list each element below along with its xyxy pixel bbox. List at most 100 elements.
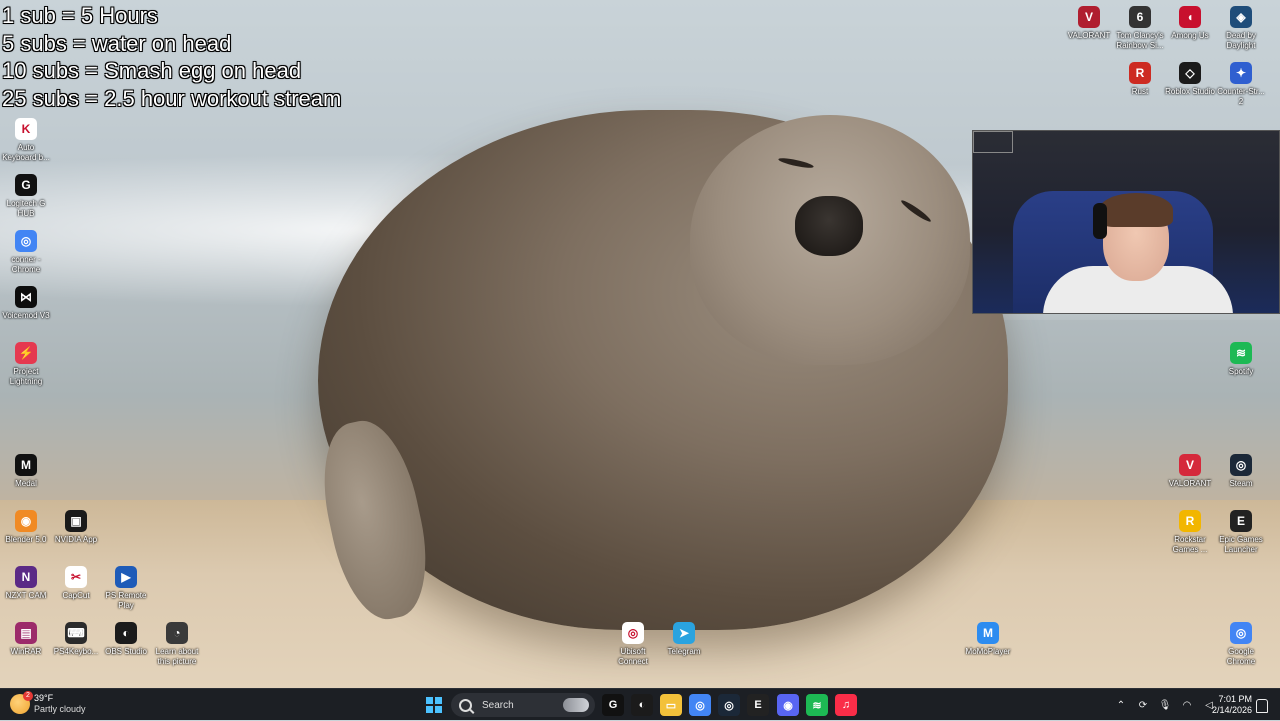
desktop-shortcut[interactable]: ➤ Telegram (658, 622, 710, 657)
desktop-shortcut[interactable]: ◎ Google Chrome (1215, 622, 1267, 666)
start-button[interactable] (423, 694, 445, 716)
notification-bell-icon[interactable] (1256, 699, 1268, 713)
momoplayer-icon: M (977, 622, 999, 644)
desktop-shortcut-label: Learn about this picture (155, 647, 199, 666)
rust-icon: R (1129, 62, 1151, 84)
desktop-shortcut[interactable]: ▣ NVIDIA App (50, 510, 102, 545)
chrome-icon: ◎ (15, 230, 37, 252)
desktop-shortcut-label: Rust (1131, 87, 1149, 96)
desktop-shortcut[interactable]: ◈ Dead by Daylight (1215, 6, 1267, 50)
microphone-icon[interactable]: 🎙︎ (1158, 700, 1172, 711)
desktop-shortcut[interactable]: ◇ Roblox Studio (1164, 62, 1216, 97)
desktop-shortcut-label: conner - Chrome (11, 255, 41, 274)
webcam-overlay (972, 130, 1280, 314)
windows-logo-icon (426, 697, 442, 713)
logitech-icon: G (15, 174, 37, 196)
desktop-shortcut[interactable]: ▶ PS Remote Play (100, 566, 152, 610)
desktop-shortcut-label: Among Us (1171, 31, 1209, 40)
nvidia-icon: ▣ (65, 510, 87, 532)
wifi-icon[interactable]: ◠ (1180, 700, 1194, 711)
desktop-shortcut-label: Epic Games Launcher (1219, 535, 1263, 554)
weather-widget[interactable]: 2 39°F Partly cloudy (10, 691, 86, 715)
desktop-shortcut[interactable]: ≋ Spotify (1215, 342, 1267, 377)
learn-picture-icon: ◔ (166, 622, 188, 644)
desktop-shortcut-label: Dead by Daylight (1226, 31, 1256, 50)
rainbow-six-icon: 6 (1129, 6, 1151, 28)
desktop-shortcut-label: Blender 5.0 (5, 535, 47, 544)
desktop-shortcut[interactable]: 6 Tom Clancy's Rainbow Si... (1114, 6, 1166, 50)
taskbar-search-box[interactable]: Search (451, 693, 595, 717)
desktop-shortcut[interactable]: R Rockstar Games ... (1164, 510, 1216, 554)
ubisoft-icon: ◎ (622, 622, 644, 644)
desktop-shortcut-label: PS Remote Play (105, 591, 147, 610)
search-placeholder: Search (482, 699, 514, 711)
desktop-shortcut[interactable]: ⚡ Project Lightning (0, 342, 52, 386)
desktop-shortcut[interactable]: ◎ Steam (1215, 454, 1267, 489)
file-explorer-taskbar-icon[interactable]: ▭ (660, 694, 682, 716)
dead-by-daylight-icon: ◈ (1230, 6, 1252, 28)
epic-taskbar-icon[interactable]: E (747, 694, 769, 716)
desktop-shortcut[interactable]: ◔ Learn about this picture (151, 622, 203, 666)
webcam-wall-frame (973, 131, 1013, 153)
logitech-ghub-taskbar-icon[interactable]: G (602, 694, 624, 716)
steam-taskbar-icon[interactable]: ◎ (718, 694, 740, 716)
clock-time: 7:01 PM (1218, 694, 1252, 704)
desktop-shortcut[interactable]: ⌨ PS4Keybo... (50, 622, 102, 657)
discord-taskbar-icon[interactable]: ◉ (777, 694, 799, 716)
desktop-shortcut[interactable]: M MoMoPlayer (962, 622, 1014, 657)
desktop-shortcut-label: Google Chrome (1226, 647, 1256, 666)
desktop-shortcut-label: Auto Keyboard b... (2, 143, 50, 162)
desktop-shortcut-label: Steam (1229, 479, 1253, 488)
desktop-shortcut[interactable]: ◎ conner - Chrome (0, 230, 52, 274)
search-highlight-icon (563, 698, 589, 712)
desktop-shortcut-label: Project Lightning (9, 367, 43, 386)
voicemod-icon: ⋈ (15, 286, 37, 308)
goal-line: 10 subs = Smash egg on head (2, 58, 302, 83)
sync-icon[interactable]: ⟳ (1136, 700, 1150, 711)
desktop-shortcut[interactable]: ⋈ Voicemod V3 (0, 286, 52, 321)
desktop-shortcut-label: PS4Keybo... (53, 647, 99, 656)
chevron-up-icon[interactable]: ⌃ (1114, 700, 1128, 711)
headset-icon (1093, 203, 1107, 239)
system-tray: ⌃ ⟳ 🎙︎ ◠ ◁ (1110, 689, 1220, 721)
taskbar-clock[interactable]: 7:01 PM 2/14/2026 (1206, 694, 1252, 716)
desktop-shortcut[interactable]: V VALORANT (1164, 454, 1216, 489)
desktop-shortcut[interactable]: K Auto Keyboard b... (0, 118, 52, 162)
desktop-shortcut[interactable]: ✂ CapCut (50, 566, 102, 601)
obs-taskbar-icon[interactable]: ◐ (631, 694, 653, 716)
desktop-shortcut-label: VALORANT (1067, 31, 1111, 40)
desktop-shortcut[interactable]: N NZXT CAM (0, 566, 52, 601)
spotify-taskbar-icon[interactable]: ≋ (806, 694, 828, 716)
desktop-shortcut[interactable]: ◉ Blender 5.0 (0, 510, 52, 545)
desktop-shortcut[interactable]: ◖ Among Us (1164, 6, 1216, 41)
desktop-shortcut[interactable]: ◐ OBS Studio (100, 622, 152, 657)
ps4keyboard-icon: ⌨ (65, 622, 87, 644)
desktop-shortcut-label: Ubisoft Connect (618, 647, 648, 666)
weather-description: Partly cloudy (34, 704, 86, 714)
spotify-icon: ≋ (1230, 342, 1252, 364)
desktop-shortcut-label: Counter-Str... 2 (1217, 87, 1265, 106)
goal-line: 1 sub = 5 Hours (2, 3, 158, 28)
chrome-taskbar-icon[interactable]: ◎ (689, 694, 711, 716)
seal-nose (795, 196, 863, 256)
desktop-shortcut-label: CapCut (62, 591, 90, 600)
capcut-icon: ✂ (65, 566, 87, 588)
desktop-shortcut[interactable]: ▤ WinRAR (0, 622, 52, 657)
clock-date: 2/14/2026 (1211, 705, 1252, 715)
taskbar: 2 39°F Partly cloudy Search G ◐ ▭ ◎ ◎ E ◉ ≋ ♫ ⌃ … (0, 688, 1280, 720)
desktop-shortcut-label: Voicemod V3 (2, 311, 50, 320)
desktop-shortcut[interactable]: G Logitech G HUB (0, 174, 52, 218)
desktop-shortcut[interactable]: R Rust (1114, 62, 1166, 97)
desktop-shortcut-label: Medal (15, 479, 37, 488)
desktop-shortcut-label: WinRAR (10, 647, 42, 656)
music-taskbar-icon[interactable]: ♫ (835, 694, 857, 716)
desktop-shortcut[interactable]: M Medal (0, 454, 52, 489)
desktop-shortcut-label: Logitech G HUB (6, 199, 46, 218)
desktop-shortcut[interactable]: ✦ Counter-Str... 2 (1215, 62, 1267, 106)
desktop-shortcut-label: Spotify (1228, 367, 1254, 376)
desktop-shortcut-label: Tom Clancy's Rainbow Si... (1116, 31, 1164, 50)
desktop-shortcut[interactable]: ◎ Ubisoft Connect (607, 622, 659, 666)
desktop-shortcut[interactable]: E Epic Games Launcher (1215, 510, 1267, 554)
desktop-shortcut[interactable]: V VALORANT (1063, 6, 1115, 41)
roblox-studio-icon: ◇ (1179, 62, 1201, 84)
